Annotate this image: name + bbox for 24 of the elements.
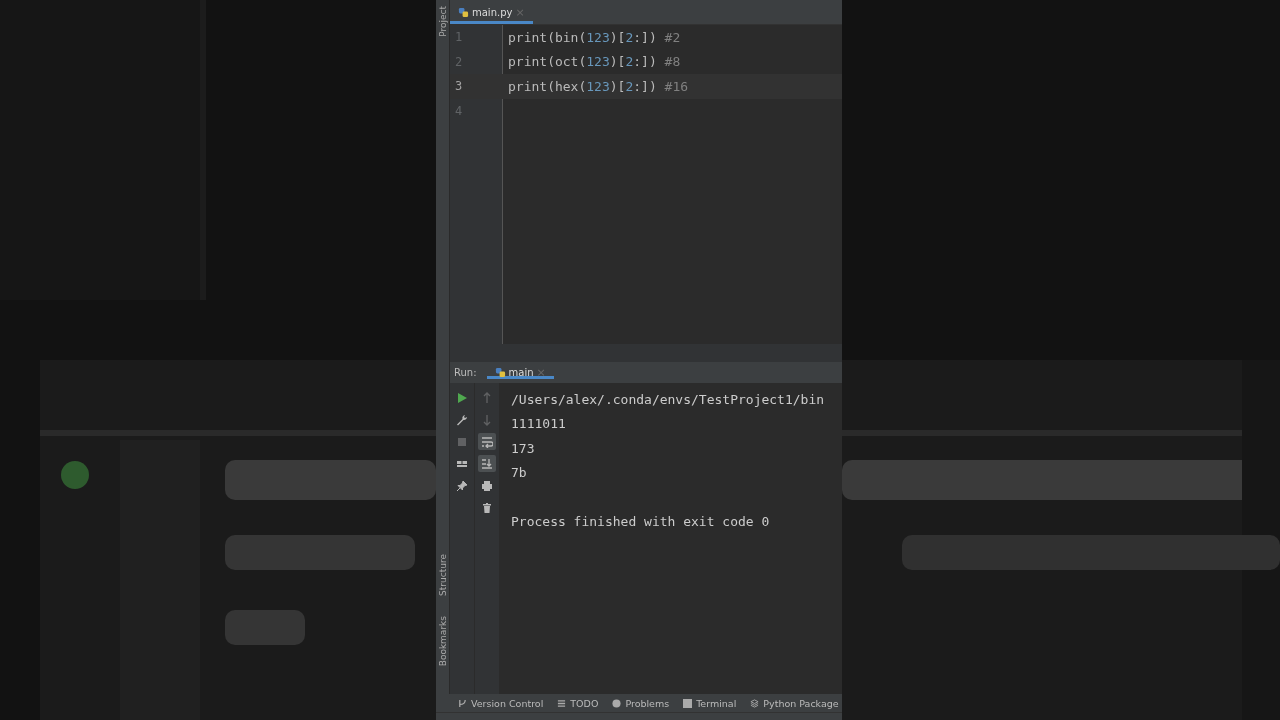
tool-window-button[interactable]: Python Package <box>750 697 839 709</box>
list-icon <box>557 698 567 708</box>
console-output: 173 <box>511 440 535 456</box>
code-line: print(oct(123)[2:]) #8 <box>508 54 681 70</box>
tool-window-tab[interactable]: Project <box>437 6 448 37</box>
tool-window-tab[interactable]: Bookmarks <box>437 615 448 666</box>
console-output: 1111011 <box>511 416 566 432</box>
tool-window-button[interactable]: Version Control <box>458 697 544 709</box>
packages-icon <box>750 698 760 708</box>
console-output: 7b <box>511 465 527 481</box>
tool-window-button[interactable]: Terminal <box>683 697 737 709</box>
python-icon <box>494 367 506 378</box>
line-number: 3 <box>454 79 464 94</box>
tool-window-tab[interactable]: Structure <box>437 553 448 596</box>
console-output: Process finished with exit code 0 <box>511 513 770 529</box>
tool-window-button[interactable]: Problems <box>612 697 670 709</box>
run-label: Run: <box>454 367 477 378</box>
run-tab[interactable]: main × <box>486 366 554 379</box>
code-line: print(hex(123)[2:]) #16 <box>508 78 689 94</box>
tool-window-button[interactable]: TODO <box>557 697 599 709</box>
code-line: print(bin(123)[2:]) #2 <box>508 29 681 45</box>
python-file-icon <box>458 6 469 18</box>
vcs-icon <box>458 698 467 708</box>
console-output: /Users/alex/.conda/envs/TestProject1/bin <box>511 392 825 407</box>
